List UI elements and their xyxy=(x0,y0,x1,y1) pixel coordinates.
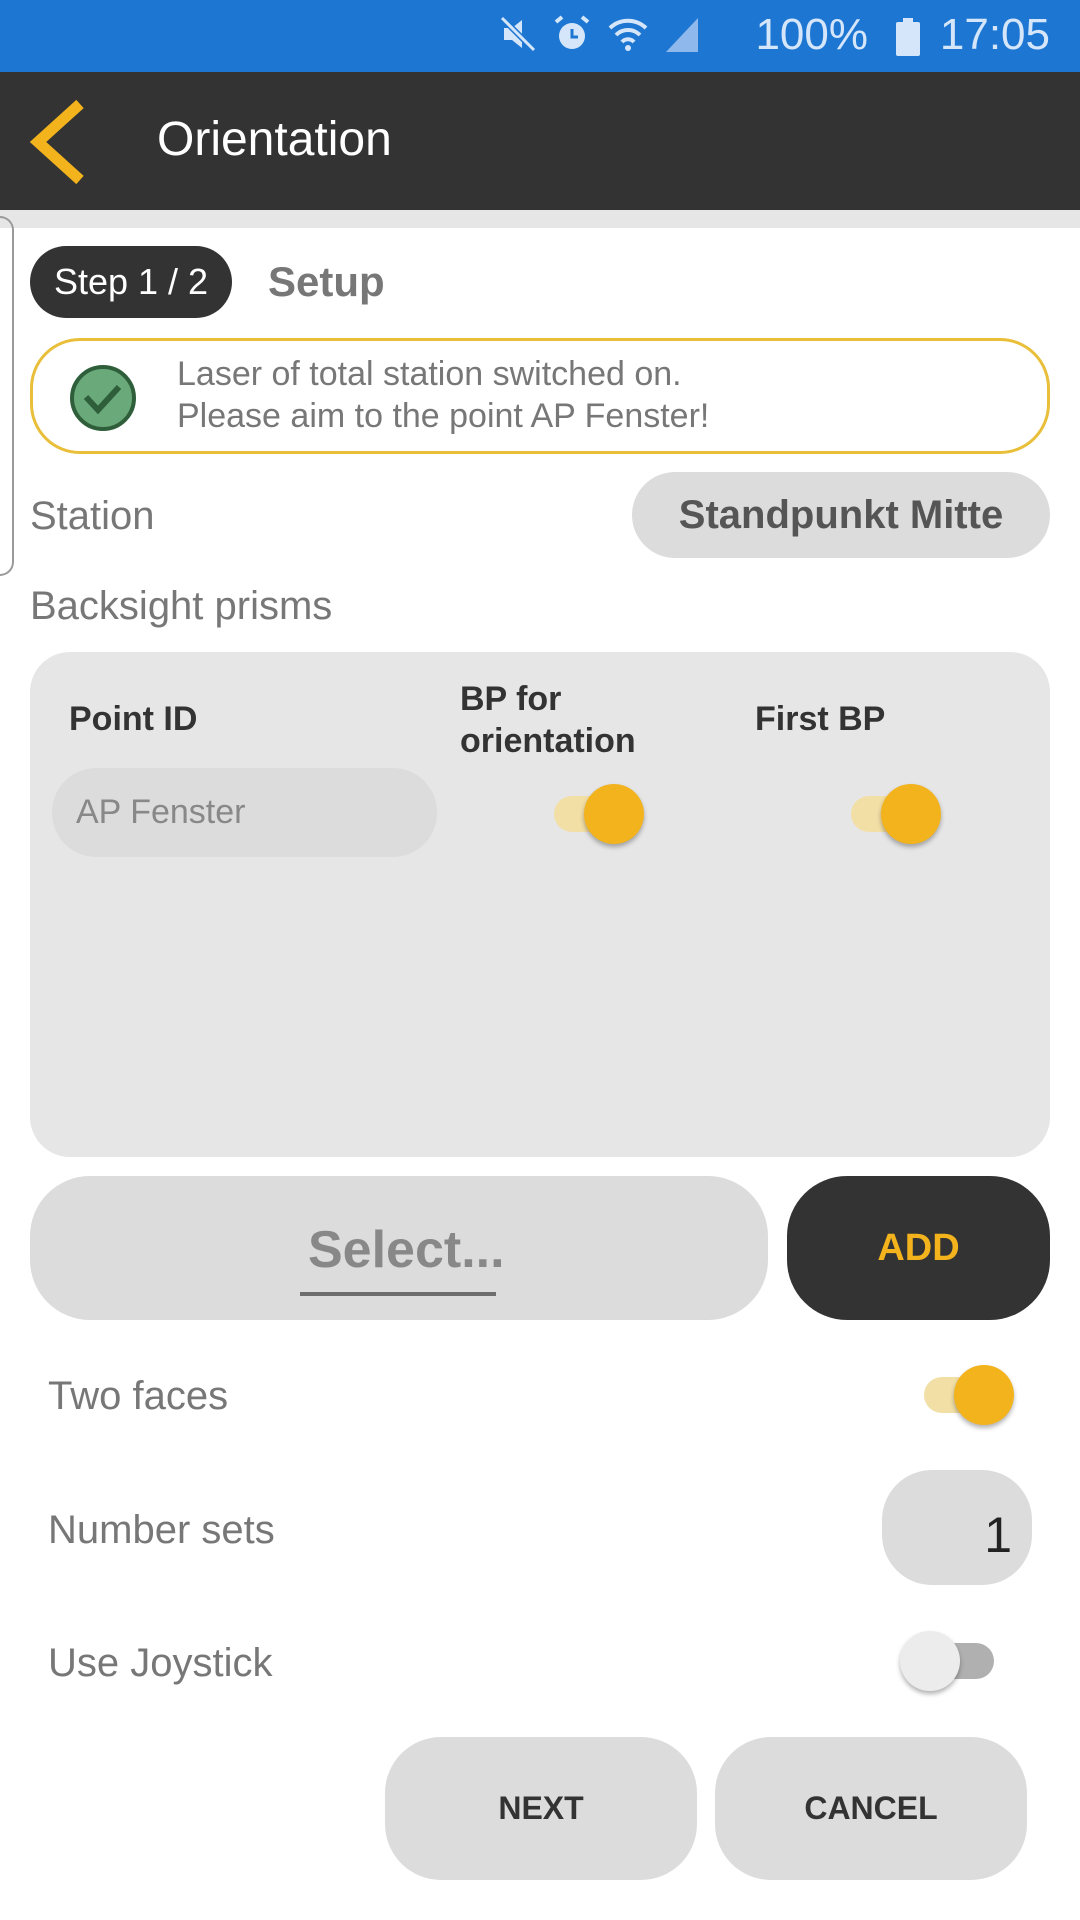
wifi-icon xyxy=(608,18,648,51)
step-indicator: Step 1 / 2 xyxy=(30,246,232,318)
step-label: Step 1 / 2 xyxy=(53,261,209,302)
bp-orientation-toggle[interactable] xyxy=(548,782,648,846)
first-bp-toggle[interactable] xyxy=(845,782,945,846)
point-id-value: AP Fenster xyxy=(76,793,246,831)
number-sets-input[interactable]: 1 xyxy=(882,1470,1032,1585)
clock: 17:05 xyxy=(939,10,1050,59)
cancel-button[interactable]: CANCEL xyxy=(715,1737,1027,1880)
status-icons xyxy=(498,14,700,54)
backsight-table: Point ID BP for orientation First BP AP … xyxy=(30,652,1050,1157)
banner-line-1: Laser of total station switched on. xyxy=(177,355,682,393)
toggle-knob xyxy=(881,784,941,844)
add-label: ADD xyxy=(877,1226,960,1269)
app-bar: Orientation xyxy=(0,72,1080,210)
number-sets-value: 1 xyxy=(984,1506,1012,1563)
station-label: Station xyxy=(30,494,155,538)
back-button[interactable] xyxy=(22,94,112,190)
signal-icon xyxy=(666,18,698,52)
step-title: Setup xyxy=(268,258,385,305)
select-placeholder: Select... xyxy=(308,1221,505,1279)
backsight-label: Backsight prisms xyxy=(30,584,333,628)
column-header-point-id: Point ID xyxy=(69,700,198,738)
station-value: Standpunkt Mitte xyxy=(678,492,1004,537)
check-circle-icon xyxy=(70,365,136,431)
select-underline xyxy=(300,1292,496,1296)
station-select-button[interactable]: Standpunkt Mitte xyxy=(632,472,1050,558)
banner-message: Laser of total station switched on. Plea… xyxy=(177,353,709,437)
status-banner: Laser of total station switched on. Plea… xyxy=(30,338,1050,454)
point-id-field[interactable]: AP Fenster xyxy=(52,768,437,857)
alarm-icon xyxy=(554,15,590,49)
add-button[interactable]: ADD xyxy=(787,1176,1050,1320)
column-header-bp-orientation: BP for orientation xyxy=(460,678,636,762)
prism-select-dropdown[interactable]: Select... xyxy=(30,1176,768,1320)
banner-line-2: Please aim to the point AP Fenster! xyxy=(177,397,710,435)
cancel-label: CANCEL xyxy=(804,1790,938,1826)
status-bar: 100% 17:05 xyxy=(0,0,1080,72)
number-sets-label: Number sets xyxy=(48,1508,275,1552)
next-button[interactable]: NEXT xyxy=(385,1737,697,1880)
drawer-handle[interactable] xyxy=(0,216,14,576)
use-joystick-toggle[interactable] xyxy=(900,1629,1000,1693)
toggle-knob xyxy=(900,1631,960,1691)
use-joystick-label: Use Joystick xyxy=(48,1641,273,1685)
battery-icon xyxy=(896,18,920,56)
mute-icon xyxy=(499,15,537,53)
appbar-shadow xyxy=(0,210,1080,228)
chevron-left-icon xyxy=(29,99,84,185)
header-line-2: orientation xyxy=(460,722,636,760)
battery-percent: 100% xyxy=(755,10,868,59)
two-faces-label: Two faces xyxy=(48,1374,229,1418)
two-faces-toggle[interactable] xyxy=(918,1363,1018,1427)
next-label: NEXT xyxy=(498,1790,584,1826)
page-title: Orientation xyxy=(157,113,392,166)
column-header-first-bp: First BP xyxy=(755,700,886,738)
toggle-knob xyxy=(954,1365,1014,1425)
header-line-1: BP for xyxy=(460,680,562,718)
toggle-knob xyxy=(584,784,644,844)
